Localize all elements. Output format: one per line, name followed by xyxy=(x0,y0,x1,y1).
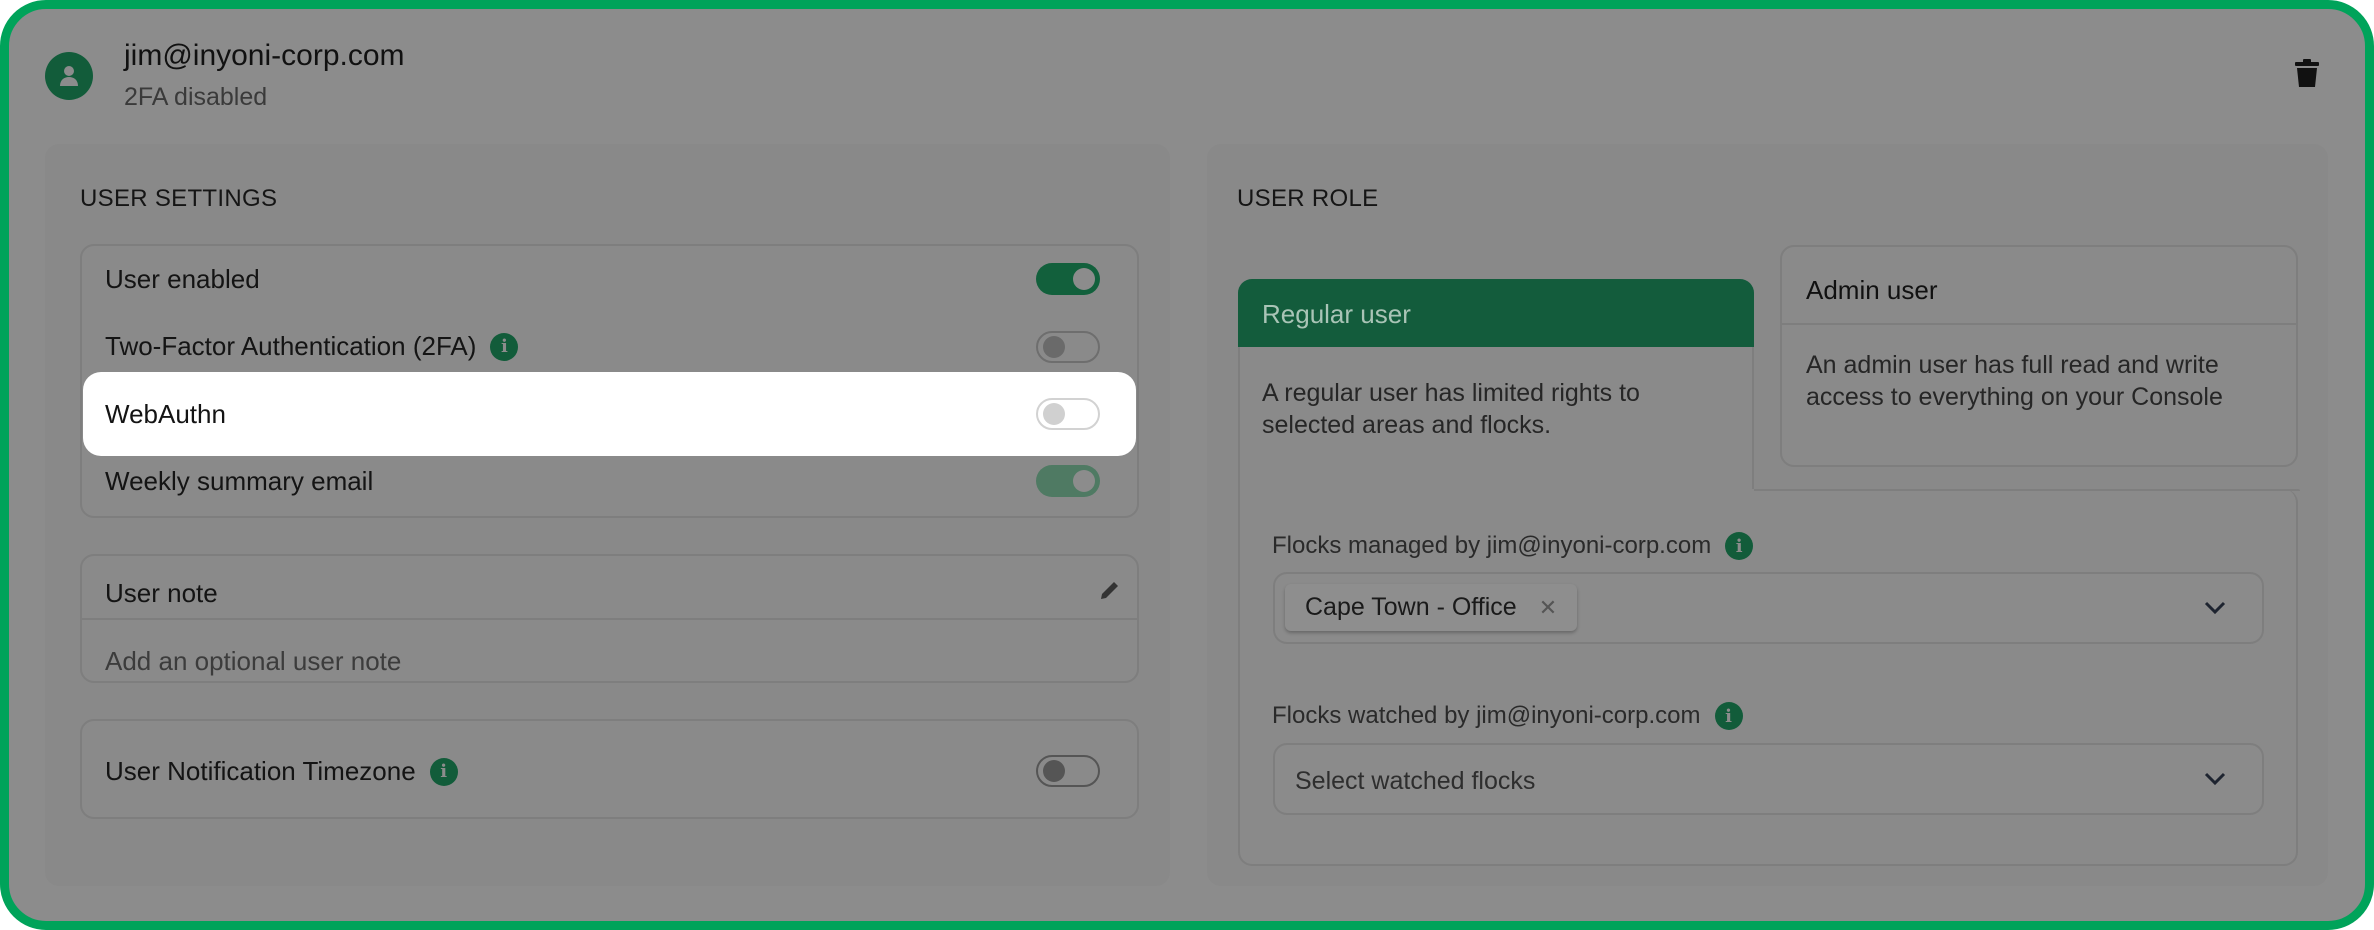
divider xyxy=(82,618,1137,620)
weekly-summary-toggle[interactable] xyxy=(1036,465,1100,497)
info-icon[interactable]: i xyxy=(1725,532,1754,560)
flocks-watched-placeholder: Select watched flocks xyxy=(1295,767,1536,795)
timezone-card: User Notification Timezone i xyxy=(80,719,1139,819)
user-2fa-status: 2FA disabled xyxy=(124,83,268,111)
2fa-label: Two-Factor Authentication (2FA) i xyxy=(105,331,519,362)
info-icon[interactable]: i xyxy=(429,757,458,786)
timezone-toggle[interactable] xyxy=(1036,755,1100,787)
user-email: jim@inyoni-corp.com xyxy=(124,39,405,72)
delete-user-button[interactable] xyxy=(2295,59,2319,92)
chevron-down-icon xyxy=(2204,772,2226,786)
regular-user-option[interactable]: Regular user A regular user has limited … xyxy=(1238,279,1754,499)
user-note-card: User note Add an optional user note xyxy=(80,554,1139,683)
flocks-managed-select[interactable]: Cape Town - Office ✕ xyxy=(1273,572,2264,644)
user-role-title: USER ROLE xyxy=(1237,185,1379,212)
flock-chip: Cape Town - Office ✕ xyxy=(1285,584,1578,631)
info-icon[interactable]: i xyxy=(490,332,519,361)
flocks-managed-label: Flocks managed by jim@inyoni-corp.com i xyxy=(1272,532,1754,560)
regular-user-description: A regular user has limited rights to sel… xyxy=(1262,379,1640,439)
regular-user-title: Regular user xyxy=(1238,279,1754,347)
trash-icon xyxy=(2295,59,2319,87)
webauthn-label: WebAuthn xyxy=(105,399,226,429)
chevron-down-icon xyxy=(2204,601,2226,615)
user-enabled-toggle[interactable] xyxy=(1036,263,1100,295)
user-note-input[interactable]: Add an optional user note xyxy=(105,646,401,677)
timezone-label: User Notification Timezone i xyxy=(105,756,458,787)
flocks-watched-label: Flocks watched by jim@inyoni-corp.com i xyxy=(1272,702,1743,730)
admin-user-description: An admin user has full read and write ac… xyxy=(1806,351,2223,411)
webauthn-toggle[interactable] xyxy=(1036,398,1100,430)
user-enabled-label: User enabled xyxy=(105,264,260,294)
pencil-icon[interactable] xyxy=(1098,578,1122,602)
avatar xyxy=(45,52,93,100)
user-icon xyxy=(60,66,78,86)
user-detail-modal: jim@inyoni-corp.com 2FA disabled USER SE… xyxy=(0,0,2374,930)
flocks-watched-select[interactable]: Select watched flocks xyxy=(1273,743,2264,815)
admin-user-title: Admin user xyxy=(1806,275,1938,305)
user-settings-title: USER SETTINGS xyxy=(80,185,278,212)
admin-user-option[interactable]: Admin user An admin user has full read a… xyxy=(1780,245,2298,467)
remove-chip-icon[interactable]: ✕ xyxy=(1539,595,1557,621)
2fa-toggle[interactable] xyxy=(1036,331,1100,363)
weekly-summary-label: Weekly summary email xyxy=(105,466,374,496)
info-icon[interactable]: i xyxy=(1714,702,1743,730)
user-note-title: User note xyxy=(105,578,218,608)
divider xyxy=(1782,323,2296,325)
webauthn-row: WebAuthn xyxy=(83,372,1136,456)
